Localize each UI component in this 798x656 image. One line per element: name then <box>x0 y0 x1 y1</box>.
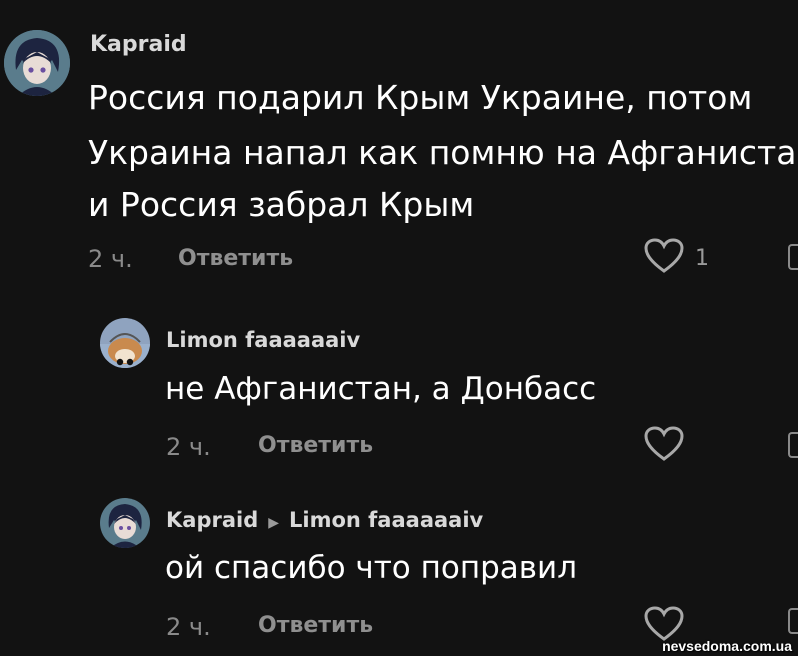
reply-button[interactable]: Ответить <box>178 246 293 271</box>
watermark: nevsedoma.com.ua <box>662 638 792 654</box>
comment-username[interactable]: Kapraid <box>90 32 187 57</box>
comment-text-line: Россия подарил Крым Украине, потом <box>88 78 753 117</box>
comment-username[interactable]: Limon faaaaaaiv <box>166 328 360 352</box>
dislike-icon[interactable] <box>788 432 798 458</box>
heart-icon <box>644 238 684 273</box>
comment-text-line: Украина напал как помню на Афганиста <box>88 133 797 172</box>
avatar[interactable] <box>100 498 150 548</box>
reply-target[interactable]: Limon faaaaaaiv <box>289 508 483 532</box>
reply-arrow-icon: ▶ <box>268 515 280 531</box>
heart-icon <box>644 426 684 461</box>
like-button[interactable] <box>644 238 684 278</box>
like-button[interactable] <box>644 426 684 466</box>
avatar[interactable] <box>4 30 70 96</box>
comment-timestamp: 2 ч. <box>166 433 211 461</box>
comment-timestamp: 2 ч. <box>88 245 133 273</box>
dislike-icon[interactable] <box>788 608 798 634</box>
dislike-icon[interactable] <box>788 244 798 270</box>
reply-button[interactable]: Ответить <box>258 613 373 638</box>
comment-text-line: и Россия забрал Крым <box>88 185 475 224</box>
comment-text: не Афганистан, а Донбасс <box>165 371 597 407</box>
like-count: 1 <box>695 246 709 271</box>
comment-timestamp: 2 ч. <box>166 613 211 641</box>
comment-username: Kapraid ▶ Limon faaaaaaiv <box>166 508 483 532</box>
comment-text: ой спасибо что поправил <box>165 550 578 586</box>
heart-icon <box>644 606 684 641</box>
avatar[interactable] <box>100 318 150 368</box>
reply-button[interactable]: Ответить <box>258 433 373 458</box>
reply-author[interactable]: Kapraid <box>166 508 258 532</box>
